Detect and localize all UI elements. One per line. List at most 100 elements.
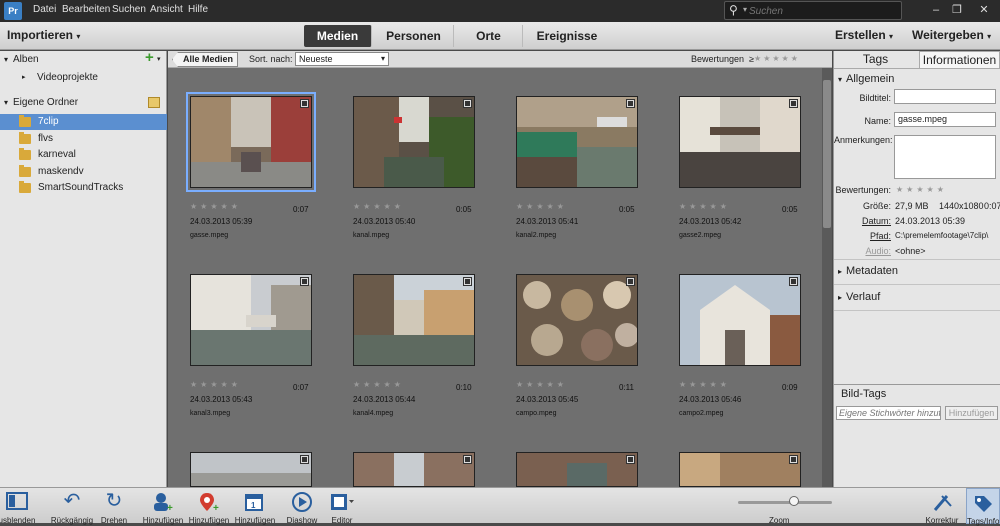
folder-icon [19, 181, 31, 193]
video-icon [626, 455, 635, 464]
rating-stars[interactable]: ★★★★★ [353, 380, 404, 389]
sidebar-item-smartsoundtracks[interactable]: SmartSoundTracks [0, 180, 167, 196]
search-dropdown-icon[interactable]: ▾ [743, 5, 747, 14]
restore-icon[interactable]: ❐ [947, 1, 967, 19]
tab-events[interactable]: Ereignisse [524, 25, 610, 47]
rating-stars[interactable]: ★★★★★ [896, 185, 947, 194]
correction-button[interactable]: Korrektur [920, 488, 964, 525]
path-label[interactable]: Pfad: [834, 231, 891, 241]
media-thumbnail[interactable] [353, 452, 475, 487]
dimensions-value: 1440x1080 [939, 201, 984, 211]
folder-view-icon[interactable] [148, 97, 160, 108]
scrollbar-thumb[interactable] [823, 80, 831, 228]
general-section-header[interactable]: ▾ Allgemein [838, 73, 894, 85]
menu-help[interactable]: Hilfe [188, 4, 208, 15]
date-label[interactable]: Datum: [834, 216, 891, 226]
rotate-button[interactable]: ↻ Drehen [96, 488, 132, 525]
tag-input[interactable] [836, 406, 941, 420]
media-thumbnail[interactable] [186, 92, 316, 192]
thumbnail-image [191, 97, 311, 187]
media-filename: kanal.mpeg [353, 232, 390, 239]
expand-icon[interactable]: ▸ [22, 70, 26, 86]
metadata-section-header[interactable]: ▸ Metadaten [838, 265, 898, 277]
search-input[interactable] [749, 4, 899, 18]
undo-icon: ↶ [63, 490, 81, 512]
video-icon [300, 277, 309, 286]
collapse-icon[interactable]: ▾ [4, 52, 8, 68]
minimize-icon[interactable]: – [926, 1, 946, 19]
sort-select[interactable]: Neueste ▾ [295, 52, 389, 66]
media-thumbnail[interactable] [516, 96, 638, 188]
chevron-down-icon[interactable]: ▾ [157, 52, 161, 68]
notes-field[interactable] [894, 135, 996, 179]
tab-info[interactable]: Informationen [919, 51, 1000, 68]
duration: 0:09 [782, 383, 798, 392]
add-place-button[interactable]: + Hinzufügen [188, 488, 230, 525]
sidebar-item-7clip[interactable]: 7clip [0, 114, 167, 130]
import-button[interactable]: Importieren ▾ [7, 28, 80, 42]
menu-find[interactable]: Suchen [112, 4, 146, 15]
media-thumbnail[interactable] [679, 452, 801, 487]
tab-media[interactable]: Medien [304, 25, 372, 47]
add-people-button[interactable]: + Hinzufügen [142, 488, 184, 525]
divider [834, 68, 1000, 69]
media-thumbnail[interactable] [353, 274, 475, 366]
rating-stars[interactable]: ★★★★★ [516, 380, 567, 389]
thumbnail-image [354, 97, 474, 187]
albums-header[interactable]: ▾ Alben + ▾ [0, 50, 167, 68]
tab-people[interactable]: Personen [374, 25, 454, 47]
media-thumbnail[interactable] [190, 452, 312, 487]
zoom-slider-handle[interactable] [789, 496, 799, 506]
rating-stars[interactable]: ★★★★★ [679, 202, 730, 211]
sidebar-item-videoprojekte[interactable]: ▸ Videoprojekte [0, 70, 167, 86]
media-thumbnail[interactable] [679, 96, 801, 188]
menu-file[interactable]: Datei [33, 4, 56, 15]
size-label: Größe: [862, 201, 891, 211]
collapse-icon[interactable]: ▾ [4, 95, 8, 111]
chevron-down-icon: ▾ [889, 32, 894, 41]
slideshow-button[interactable]: Diashow [284, 488, 320, 525]
hide-panel-button[interactable]: usblenden [0, 488, 40, 525]
rating-stars[interactable]: ★★★★★ [353, 202, 404, 211]
media-thumbnail[interactable] [190, 274, 312, 366]
share-button[interactable]: Weitergeben ▾ [912, 28, 991, 42]
history-section-header[interactable]: ▸ Verlauf [838, 291, 880, 303]
add-tag-button[interactable]: Hinzufügen [945, 406, 998, 420]
all-media-button[interactable]: Alle Medien [172, 52, 239, 67]
rating-stars[interactable]: ★★★★★ [754, 54, 800, 63]
sidebar-item-karneval[interactable]: karneval [0, 147, 167, 163]
name-field[interactable]: gasse.mpeg [894, 112, 996, 127]
sidebar-item-flvs[interactable]: flvs [0, 131, 167, 147]
menu-view[interactable]: Ansicht [150, 4, 183, 15]
ratings-filter[interactable]: Bewertungen ≥ ★★★★★ [691, 54, 798, 64]
duration: 0:05 [619, 205, 635, 214]
add-album-icon[interactable]: + [145, 50, 154, 66]
sidebar-item-maskendv[interactable]: maskendv [0, 164, 167, 180]
rating-stars[interactable]: ★★★★★ [516, 202, 567, 211]
audio-value: <ohne> [895, 246, 926, 256]
undo-button[interactable]: ↶ Rückgängig [50, 488, 94, 525]
search-box[interactable]: ⚲ ▾ [724, 1, 902, 20]
media-thumbnail[interactable] [516, 452, 638, 487]
tags-info-button[interactable]: Tags/Info [966, 488, 1000, 526]
menu-edit[interactable]: Bearbeiten [62, 4, 110, 15]
caption-field[interactable] [894, 89, 996, 104]
add-event-button[interactable]: 1 Hinzufügen [234, 488, 276, 525]
close-icon[interactable]: ✕ [970, 1, 998, 19]
rating-stars[interactable]: ★★★★★ [190, 202, 241, 211]
media-filename: kanal4.mpeg [353, 410, 394, 417]
editor-button[interactable]: Editor [322, 488, 362, 525]
create-button[interactable]: Erstellen ▾ [835, 28, 893, 42]
chevron-down-icon: ▾ [987, 32, 992, 41]
rating-stars[interactable]: ★★★★★ [679, 380, 730, 389]
zoom-slider[interactable] [738, 501, 832, 504]
media-thumbnail[interactable] [516, 274, 638, 366]
media-thumbnail[interactable] [353, 96, 475, 188]
scrollbar[interactable] [822, 68, 832, 487]
tab-tags[interactable]: Tags [834, 51, 917, 68]
rating-stars[interactable]: ★★★★★ [190, 380, 241, 389]
folders-header[interactable]: ▾ Eigene Ordner [0, 95, 167, 111]
media-thumbnail[interactable] [679, 274, 801, 366]
tab-places[interactable]: Orte [455, 25, 523, 47]
image-tags-panel: Bild-Tags Hinzufügen [834, 384, 1000, 487]
